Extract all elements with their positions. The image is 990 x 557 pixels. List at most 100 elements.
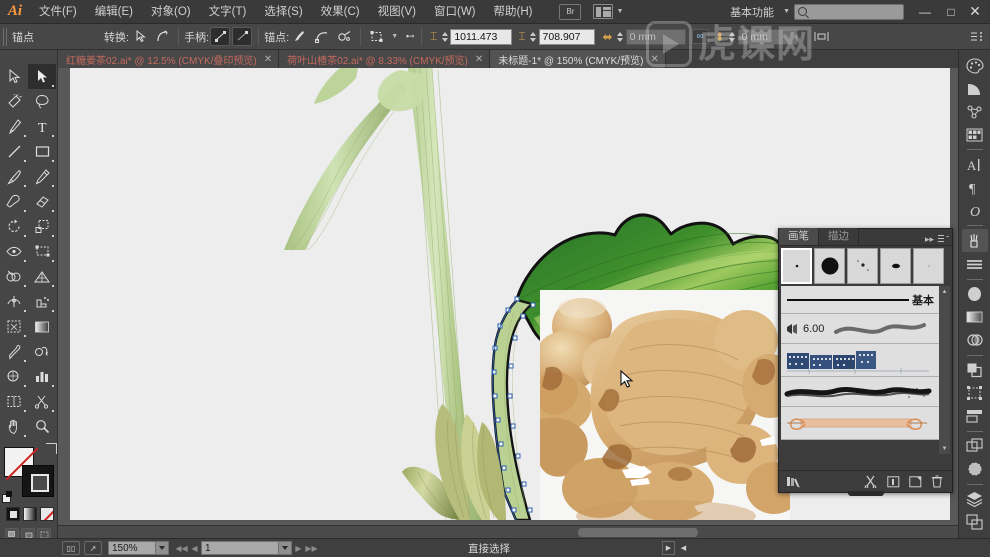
transform-handle-icon[interactable]: ⊷ <box>404 31 416 42</box>
y-coordinate-field[interactable]: 708.907 <box>529 28 595 45</box>
symbols-panel-icon[interactable] <box>962 100 988 123</box>
tab-stroke[interactable]: 描边 <box>819 228 859 245</box>
height-field[interactable]: 0 mm <box>728 28 798 45</box>
brush-preset-faint-dot[interactable] <box>913 248 944 284</box>
h-spinner[interactable] <box>728 29 737 44</box>
transparency-panel-icon[interactable] <box>962 329 988 352</box>
control-bar-grip[interactable] <box>3 27 8 46</box>
brush-item-basic[interactable]: 基本 <box>781 286 939 314</box>
zoom-level-field[interactable]: 150% <box>108 541 156 555</box>
share-icon[interactable]: ↗ <box>84 541 102 555</box>
document-tab-3[interactable]: 未标题-1* @ 150% (CMYK/预览) ✕ <box>490 50 666 68</box>
eyedropper-tool[interactable] <box>0 339 28 364</box>
x-value[interactable]: 1011.473 <box>450 28 513 45</box>
none-button[interactable] <box>40 507 54 521</box>
symbol-tool[interactable] <box>0 364 28 389</box>
convert-to-corner-icon[interactable] <box>130 27 150 46</box>
status-expand-icon[interactable]: ▶ <box>662 541 675 555</box>
panel-scrollbar[interactable]: ▲ ▼ <box>939 286 950 454</box>
hand-tool[interactable] <box>0 414 28 439</box>
blob-brush-tool[interactable] <box>0 189 28 214</box>
menu-effect[interactable]: 效果(C) <box>312 0 369 24</box>
slice-tool[interactable] <box>0 389 28 414</box>
gradient-panel-icon[interactable] <box>962 306 988 329</box>
free-transform-tool[interactable] <box>28 239 56 264</box>
opentype-panel-icon[interactable]: O <box>962 199 988 222</box>
mesh-tool[interactable] <box>0 289 28 314</box>
magic-wand-tool[interactable] <box>0 89 28 114</box>
workspace-switcher[interactable]: 基本功能 <box>724 4 780 20</box>
document-tab-2[interactable]: 荷叶山楂茶02.ai* @ 8.33% (CMYK/预览) ✕ <box>279 50 491 68</box>
arrange-documents-icon[interactable] <box>593 4 614 19</box>
menu-edit[interactable]: 编辑(E) <box>86 0 142 24</box>
tab-2-close-icon[interactable]: ✕ <box>475 54 483 65</box>
width-field[interactable]: 0 mm <box>616 28 686 45</box>
search-input[interactable] <box>794 3 904 20</box>
brushes-panel[interactable]: 画笔 描边 ▸▸ 基本 6.00 ▲ ▼ <box>778 228 953 496</box>
character-panel-icon[interactable]: A <box>962 153 988 176</box>
pen-tool[interactable] <box>0 114 28 139</box>
panel-scroll-up-icon[interactable]: ▲ <box>939 286 950 297</box>
remove-brush-stroke-icon[interactable] <box>860 472 882 492</box>
first-artboard-icon[interactable]: ◀◀ <box>175 541 188 555</box>
x-coordinate-field[interactable]: 1011.473 <box>440 28 513 45</box>
workspace-chevron-icon[interactable]: ▼ <box>783 8 790 15</box>
convert-to-smooth-icon[interactable] <box>152 27 172 46</box>
pathfinder-panel-icon[interactable] <box>962 359 988 382</box>
panel-resize-grip[interactable] <box>847 491 884 496</box>
type-tool[interactable]: T <box>28 114 56 139</box>
cut-path-icon[interactable] <box>334 27 354 46</box>
pencil-tool[interactable] <box>28 164 56 189</box>
options-of-selected-object-icon[interactable] <box>882 472 904 492</box>
transform-panel-icon[interactable] <box>962 405 988 428</box>
color-panel-icon[interactable] <box>962 54 988 77</box>
new-brush-icon[interactable] <box>904 472 926 492</box>
artboard-number-field[interactable]: 1 <box>201 541 279 555</box>
menu-window[interactable]: 窗口(W) <box>425 0 485 24</box>
close-button[interactable]: ✕ <box>964 0 990 24</box>
menu-help[interactable]: 帮助(H) <box>485 0 542 24</box>
brush-item-charcoal[interactable] <box>781 377 939 407</box>
symbol-sprayer-tool[interactable] <box>28 289 56 314</box>
color-button[interactable] <box>6 507 20 521</box>
artboard-navigation-icon[interactable]: ▯▯ <box>62 541 80 555</box>
zoom-tool[interactable] <box>28 414 56 439</box>
status-collapse-icon[interactable]: ◀ <box>677 541 690 555</box>
width-tool[interactable] <box>0 239 28 264</box>
appearance-panel-icon[interactable] <box>962 435 988 458</box>
brush-item-6[interactable]: 6.00 <box>781 314 939 344</box>
brush-item-arrow[interactable] <box>781 407 939 440</box>
collapse-panel-icon[interactable]: ▸▸ <box>925 234 934 245</box>
tab-1-close-icon[interactable]: ✕ <box>264 54 272 65</box>
maximize-button[interactable]: □ <box>938 0 964 24</box>
graphic-styles-panel-icon[interactable] <box>962 282 988 305</box>
brush-preset-oval-dot[interactable] <box>880 248 911 284</box>
transparency-grid-panel-icon[interactable] <box>962 458 988 481</box>
bounding-box-chevron-icon[interactable]: ▼ <box>391 33 398 40</box>
perspective-grid-tool[interactable] <box>28 264 56 289</box>
rectangle-tool[interactable] <box>28 139 56 164</box>
gradient-button[interactable] <box>23 507 37 521</box>
menu-file[interactable]: 文件(F) <box>30 0 86 24</box>
paintbrush-tool[interactable] <box>0 164 28 189</box>
stroke-swatch[interactable] <box>22 465 54 497</box>
gradient-tool[interactable] <box>28 314 56 339</box>
last-artboard-icon[interactable]: ▶▶ <box>305 541 318 555</box>
brush-list[interactable]: 基本 6.00 <box>781 286 939 454</box>
tab-3-close-icon[interactable]: ✕ <box>650 54 658 65</box>
minimize-button[interactable]: — <box>912 0 938 24</box>
h-value[interactable]: 0 mm <box>737 28 798 45</box>
x-spinner[interactable] <box>440 29 449 44</box>
connect-anchors-icon[interactable] <box>312 27 332 46</box>
tab-brushes[interactable]: 画笔 <box>779 228 819 245</box>
menu-view[interactable]: 视图(V) <box>369 0 425 24</box>
lasso-tool[interactable] <box>28 89 56 114</box>
y-spinner[interactable] <box>529 29 538 44</box>
w-spinner[interactable] <box>616 29 625 44</box>
brush-preset-basic-dot-large[interactable] <box>814 248 845 284</box>
canvas-horizontal-scrollbar[interactable] <box>58 525 958 538</box>
panel-menu-icon[interactable] <box>969 27 989 46</box>
eraser-tool[interactable] <box>28 189 56 214</box>
column-graph-tool[interactable] <box>28 364 56 389</box>
panel-scroll-down-icon[interactable]: ▼ <box>939 443 950 454</box>
